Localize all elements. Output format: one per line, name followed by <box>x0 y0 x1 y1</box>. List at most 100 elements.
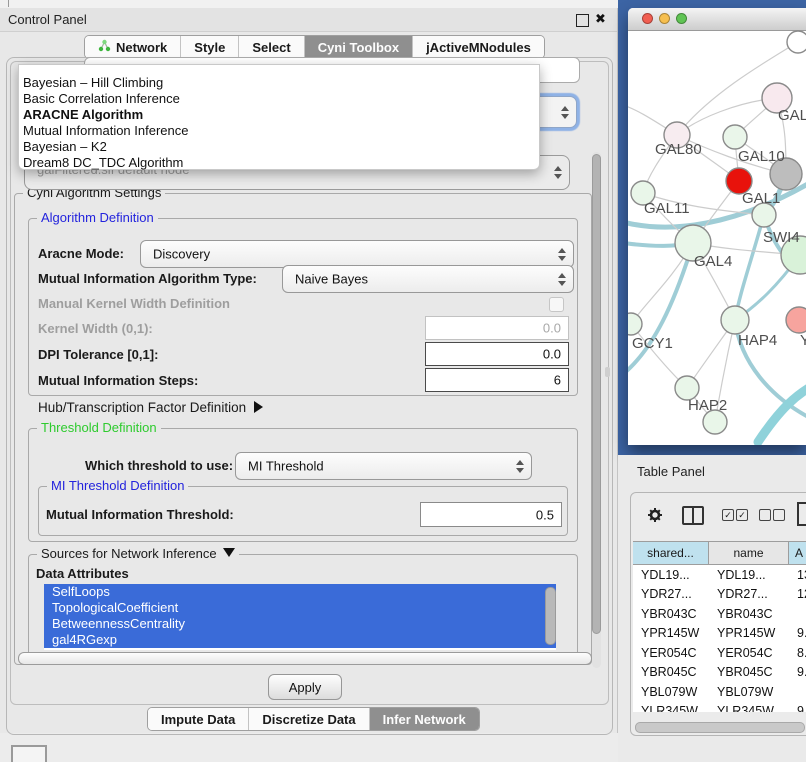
node-label-hap4: HAP4 <box>738 332 777 349</box>
split-columns-icon[interactable] <box>682 506 704 525</box>
checked-box-icon[interactable]: ✓ <box>722 509 734 521</box>
aracne-mode-label: Aracne Mode: <box>38 246 124 261</box>
taskbar-partial-icon[interactable] <box>11 745 47 762</box>
network-node-salmon[interactable] <box>786 307 806 333</box>
unchecked-box-icon[interactable] <box>773 509 785 521</box>
table-cell: 9. <box>789 626 806 640</box>
tab-infer-network[interactable]: Infer Network <box>370 708 479 730</box>
table-panel: Table Panel ✓ ✓ shared... name <box>618 455 806 762</box>
zoom-traffic-light[interactable] <box>676 13 687 24</box>
network-icon <box>98 39 111 55</box>
table-cell: YPR145W <box>709 626 789 640</box>
collapsed-arrow-icon <box>254 401 263 413</box>
cyni-mode-tabs: Impute Data Discretize Data Infer Networ… <box>147 707 480 731</box>
tab-impute-data[interactable]: Impute Data <box>148 708 249 730</box>
kernel-width-field[interactable]: 0.0 <box>425 316 569 340</box>
table-row[interactable]: YLR345WYLR345W9. <box>633 702 806 713</box>
data-attribute-item[interactable]: gal4RGexp <box>44 632 556 648</box>
algorithm-option[interactable]: Basic Correlation Inference <box>19 91 539 107</box>
tab-cyni-toolbox[interactable]: Cyni Toolbox <box>305 36 413 58</box>
network-node-gal10[interactable] <box>723 125 747 149</box>
table-header-row: shared... name A <box>633 541 806 565</box>
close-icon[interactable]: ✖ <box>595 11 606 27</box>
unchecked-box-icon[interactable] <box>759 509 771 521</box>
kernel-width-label: Kernel Width (0,1): <box>38 321 153 336</box>
settings-scrollbar[interactable] <box>592 152 601 668</box>
mi-threshold-value: 0.5 <box>536 507 554 522</box>
table-cell: YER054C <box>633 646 709 660</box>
algorithm-definition-title: Algorithm Definition <box>37 210 158 225</box>
algorithm-option[interactable]: Dream8 DC_TDC Algorithm <box>19 155 539 171</box>
apply-button[interactable]: Apply <box>268 674 342 700</box>
mi-steps-value: 6 <box>554 373 561 388</box>
network-node-partial-top[interactable] <box>787 31 806 53</box>
network-canvas[interactable]: GALGAL80GAL10GAL1GAL11SWI4GAL4GCY1HAP4YH… <box>628 30 806 445</box>
table-row[interactable]: YPR145WYPR145W9. <box>633 624 806 644</box>
data-attributes-list[interactable]: SelfLoopsTopologicalCoefficientBetweenne… <box>44 584 556 650</box>
table-row[interactable]: YBR043CYBR043C <box>633 604 806 624</box>
network-window-titlebar[interactable] <box>628 8 806 31</box>
which-threshold-label: Which threshold to use: <box>85 458 233 473</box>
network-node-hap4[interactable] <box>721 306 749 334</box>
table-row[interactable]: YBR045CYBR045C9. <box>633 663 806 683</box>
algorithm-dropdown-popup: Bayesian – Hill ClimbingBasic Correlatio… <box>18 64 540 170</box>
mi-type-label: Mutual Information Algorithm Type: <box>38 271 257 286</box>
mi-steps-label: Mutual Information Steps: <box>38 373 198 388</box>
splitter-handle[interactable] <box>605 367 610 377</box>
data-attribute-item[interactable]: BetweennessCentrality <box>44 616 556 632</box>
mi-steps-field[interactable]: 6 <box>425 368 569 392</box>
sources-title[interactable]: Sources for Network Inference <box>37 546 239 561</box>
gear-icon[interactable] <box>647 507 663 526</box>
node-label-swi4: SWI4 <box>763 229 800 246</box>
float-window-icon[interactable] <box>576 14 589 27</box>
column-header-shared-name[interactable]: shared... <box>633 542 709 564</box>
which-threshold-combobox[interactable]: MI Threshold <box>235 452 532 480</box>
node-label-gal1: GAL1 <box>742 190 780 207</box>
algorithm-option[interactable]: Bayesian – K2 <box>19 139 539 155</box>
algorithm-option[interactable]: Mutual Information Inference <box>19 123 539 139</box>
checked-box-icon[interactable]: ✓ <box>736 509 748 521</box>
minimize-traffic-light[interactable] <box>659 13 670 24</box>
settings-horizontal-scrollbar[interactable] <box>18 652 592 665</box>
screen: Control Panel ✖ Network Style Select Cyn… <box>0 0 806 762</box>
table-cell: YBR045C <box>633 665 709 679</box>
node-label-gal11: GAL11 <box>644 200 690 217</box>
table-row[interactable]: YDR27...YDR27...12 <box>633 585 806 605</box>
column-header-partial[interactable]: A <box>789 542 806 564</box>
table-row[interactable]: YDL19...YDL19...13 <box>633 565 806 585</box>
tab-style[interactable]: Style <box>181 36 239 58</box>
tab-discretize-data[interactable]: Discretize Data <box>249 708 369 730</box>
column-header-name[interactable]: name <box>709 542 789 564</box>
table-row[interactable]: YBL079WYBL079W <box>633 682 806 702</box>
network-node-gcy1[interactable] <box>628 313 642 335</box>
node-table[interactable]: shared... name A YDL19...YDL19...13YDR27… <box>633 541 806 712</box>
table-panel-header: Table Panel <box>618 455 806 489</box>
document-icon[interactable] <box>797 502 806 526</box>
combo-stepper-icon <box>516 460 524 473</box>
node-label-gcy1: GCY1 <box>632 335 673 352</box>
manual-kernel-checkbox[interactable] <box>549 297 564 312</box>
table-horizontal-scrollbar[interactable] <box>635 722 805 733</box>
data-attributes-label: Data Attributes <box>36 566 129 581</box>
tab-select[interactable]: Select <box>239 36 304 58</box>
aracne-mode-combobox[interactable]: Discovery <box>140 240 574 268</box>
algorithm-option[interactable]: ARACNE Algorithm <box>19 107 539 123</box>
table-cell: YDL19... <box>709 568 789 582</box>
dpi-tolerance-field[interactable]: 0.0 <box>425 342 569 366</box>
tab-network[interactable]: Network <box>85 36 181 58</box>
mi-threshold-field[interactable]: 0.5 <box>420 502 562 527</box>
hub-section-toggle[interactable]: Hub/Transcription Factor Definition <box>38 400 263 415</box>
tab-jactivemnodules[interactable]: jActiveMNodules <box>413 36 544 58</box>
data-attribute-item[interactable]: TopologicalCoefficient <box>44 600 556 616</box>
close-traffic-light[interactable] <box>642 13 653 24</box>
data-attribute-item[interactable]: SelfLoops <box>44 584 556 600</box>
attributes-scrollbar-thumb[interactable] <box>545 587 556 645</box>
scrollbar-thumb[interactable] <box>592 154 601 634</box>
network-view-window[interactable]: GALGAL80GAL10GAL1GAL11SWI4GAL4GCY1HAP4YH… <box>628 8 806 445</box>
mi-type-combobox[interactable]: Naive Bayes <box>282 265 574 293</box>
table-row[interactable]: YER054CYER054C8. <box>633 643 806 663</box>
algorithm-option[interactable]: Bayesian – Hill Climbing <box>19 75 539 91</box>
mi-threshold-label: Mutual Information Threshold: <box>46 507 234 522</box>
tab-network-label: Network <box>116 40 167 55</box>
node-label-gal80: GAL80 <box>655 141 702 158</box>
